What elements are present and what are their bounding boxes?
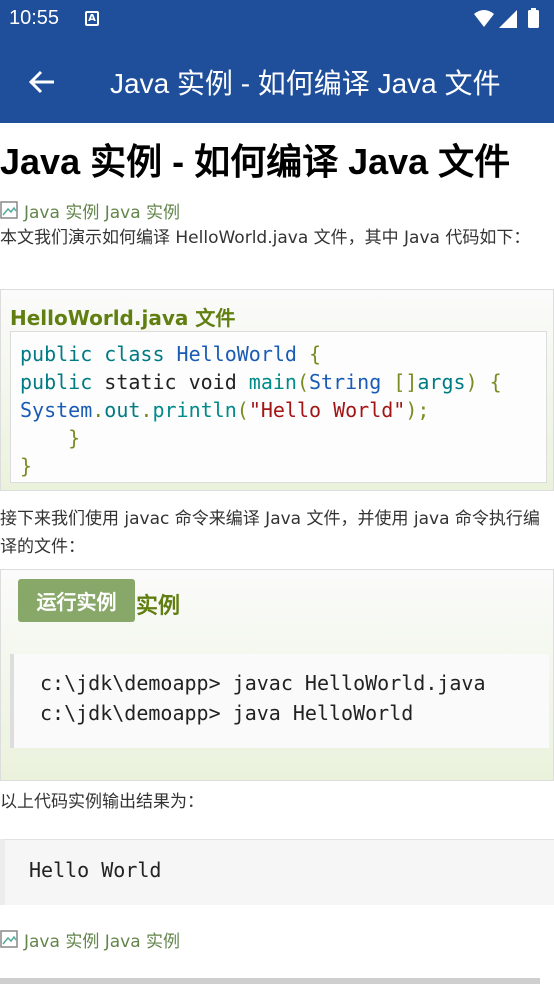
breadcrumb-bottom[interactable]: Java 实例 Java 实例 <box>0 927 180 952</box>
code-line-3: System.out.println("Hello World"); <box>20 398 430 422</box>
intro-paragraph: 本文我们演示如何编译 HelloWorld.java 文件，其中 Java 代码… <box>0 228 531 248</box>
code-block-java: public class HelloWorld { public static … <box>10 331 547 483</box>
signal-icon <box>499 10 517 28</box>
article-content: Java 实例 - 如何编译 Java 文件 Java 实例 Java 实例 本… <box>0 123 554 984</box>
breadcrumb-link[interactable]: Java 实例 Java 实例 <box>24 198 180 223</box>
notification-icon: A <box>85 11 99 26</box>
page-title: Java 实例 - 如何编译 Java 文件 <box>0 141 511 182</box>
breadcrumb-link[interactable]: Java 实例 Java 实例 <box>24 927 180 952</box>
battery-icon <box>528 10 539 28</box>
code-line-1: public class HelloWorld { <box>20 342 322 366</box>
example-label: 实例 <box>136 594 181 619</box>
compile-paragraph: 接下来我们使用 javac 命令来编译 Java 文件，并使用 java 命令执… <box>0 509 540 557</box>
output-block: Hello World <box>0 839 554 905</box>
shell-code-block: c:\jdk\demoapp> javac HelloWorld.java c:… <box>10 654 549 748</box>
arrow-left-icon <box>28 70 54 94</box>
system-status-icons <box>474 8 539 28</box>
code-line-2: public static void main(String []args) { <box>20 370 502 394</box>
example-box-commands: 运行实例 实例 c:\jdk\demoapp> javac HelloWorld… <box>0 569 554 781</box>
broken-image-icon <box>0 199 24 221</box>
scroll-indicator[interactable] <box>0 978 540 984</box>
shell-line-1: c:\jdk\demoapp> javac HelloWorld.java <box>40 671 486 695</box>
status-bar: 10:55 A <box>0 0 554 37</box>
example-title: HelloWorld.java 文件 <box>10 306 236 330</box>
app-bar-title: Java 实例 - 如何编译 Java 文件 <box>110 68 501 99</box>
status-time: 10:55 <box>9 7 60 29</box>
output-text: Hello World <box>29 858 162 882</box>
output-paragraph: 以上代码实例输出结果为： <box>0 792 204 812</box>
broken-image-icon <box>0 928 24 950</box>
wifi-icon <box>474 10 494 27</box>
app-bar: Java 实例 - 如何编译 Java 文件 <box>0 37 554 123</box>
example-box-helloworld: HelloWorld.java 文件 public class HelloWor… <box>0 289 554 491</box>
code-line-4: } <box>20 426 81 450</box>
breadcrumb-top[interactable]: Java 实例 Java 实例 <box>0 198 180 223</box>
run-example-button[interactable]: 运行实例 <box>18 579 135 622</box>
shell-line-2: c:\jdk\demoapp> java HelloWorld <box>40 701 414 725</box>
back-button[interactable] <box>19 59 65 105</box>
code-line-5: } <box>20 454 33 478</box>
